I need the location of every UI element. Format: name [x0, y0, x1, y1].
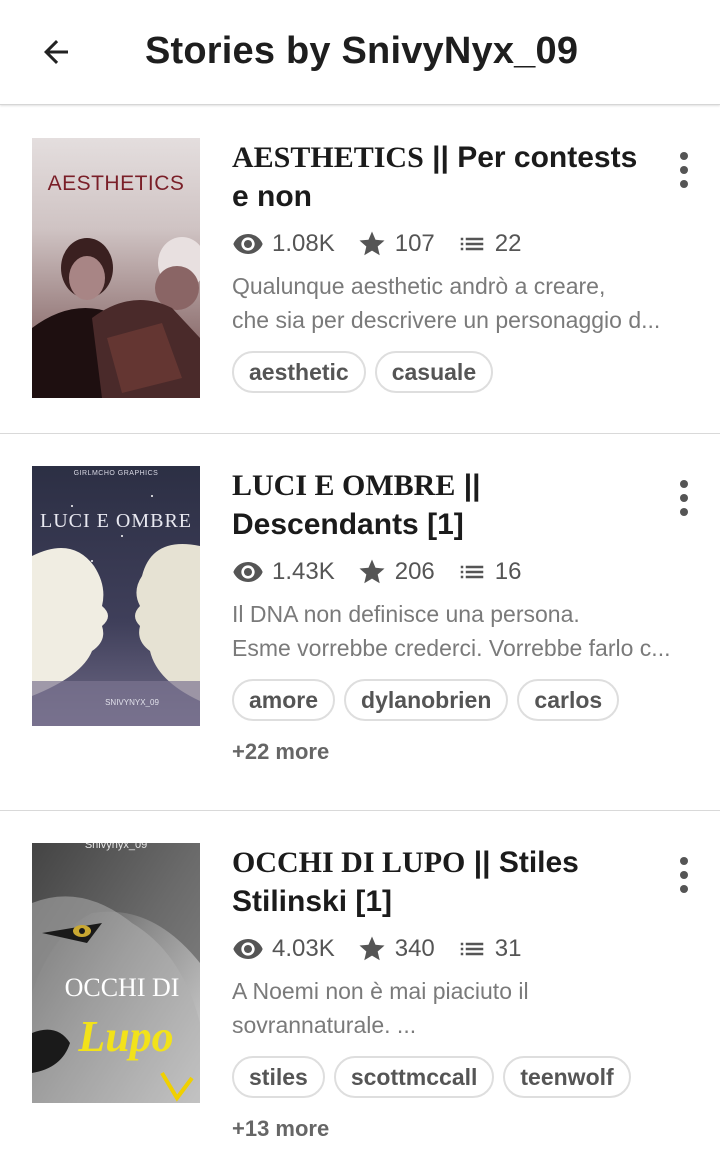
- story-card[interactable]: GIRLMCHO GRAPHICS LUCI E OMBRE SNIVYNYX_…: [0, 434, 720, 811]
- eye-icon: [233, 939, 263, 959]
- cover-title: OCCHI DI: [64, 973, 180, 1002]
- story-info: LUCI E OMBRE || Descendants [1] 1.43K 20…: [232, 466, 670, 765]
- tag-list: amore dylanobrien carlos: [232, 679, 662, 721]
- cover-script-title: Lupo: [78, 1012, 174, 1061]
- more-tags-link[interactable]: +13 more: [232, 1116, 662, 1142]
- tag-chip[interactable]: dylanobrien: [344, 679, 509, 721]
- votes-stat: 206: [357, 557, 435, 587]
- story-stats: 4.03K 340 31: [232, 932, 662, 966]
- story-stats: 1.43K 206 16: [232, 555, 662, 589]
- votes-stat: 107: [357, 229, 435, 259]
- cover-top-text: Snivynyx_09: [84, 843, 148, 851]
- parts-count: 16: [494, 558, 522, 585]
- votes-count: 206: [394, 558, 435, 585]
- list-icon: [460, 565, 484, 579]
- tag-chip[interactable]: scottmccall: [333, 1056, 495, 1098]
- list-icon: [460, 237, 484, 251]
- parts-count: 31: [494, 935, 522, 962]
- reads-count: 4.03K: [272, 935, 335, 962]
- reads-count: 1.08K: [272, 230, 335, 257]
- story-menu-button[interactable]: [664, 851, 704, 899]
- votes-count: 107: [394, 230, 435, 257]
- eye-icon: [233, 562, 263, 582]
- tag-chip[interactable]: aesthetic: [232, 351, 366, 393]
- tag-chip[interactable]: casuale: [374, 351, 494, 393]
- kebab-icon: [680, 857, 688, 865]
- story-description: Qualunque aesthetic andrò a creare, che …: [232, 273, 661, 333]
- reads-count: 1.43K: [272, 558, 335, 585]
- kebab-icon: [680, 480, 688, 488]
- kebab-icon: [680, 152, 688, 160]
- star-icon: [359, 559, 385, 584]
- back-button[interactable]: [26, 22, 86, 82]
- story-menu-button[interactable]: [664, 474, 704, 522]
- votes-count: 340: [394, 935, 435, 962]
- star-icon: [359, 936, 385, 961]
- story-info: OCCHI DI LUPO || Stiles Stilinski [1] 4.…: [232, 843, 662, 1142]
- story-card[interactable]: Snivynyx_09 OCCHI DI Lupo OCCHI DI LUPO …: [0, 811, 720, 1171]
- parts-stat: 16: [457, 557, 522, 587]
- more-tags-link[interactable]: +22 more: [232, 739, 662, 765]
- cover-art: [32, 466, 200, 726]
- cover-title: AESTHETICS: [47, 172, 185, 195]
- cover-title: LUCI E OMBRE: [40, 510, 192, 532]
- cover-top-text: GIRLMCHO GRAPHICS: [73, 470, 159, 477]
- story-cover[interactable]: AESTHETICS: [32, 138, 200, 398]
- story-stats: 1.08K 107 22: [232, 227, 662, 261]
- arrow-left-icon: [44, 40, 68, 64]
- star-icon: [359, 231, 385, 256]
- story-menu-button[interactable]: [664, 146, 704, 194]
- votes-stat: 340: [357, 934, 435, 964]
- parts-count: 22: [494, 230, 522, 257]
- reads-stat: 1.08K: [232, 228, 335, 260]
- reads-stat: 4.03K: [232, 933, 335, 965]
- story-description: A Noemi non è mai piaciuto il sovrannatu…: [232, 978, 529, 1038]
- tag-chip[interactable]: amore: [232, 679, 336, 721]
- parts-stat: 31: [457, 934, 522, 964]
- story-cover[interactable]: GIRLMCHO GRAPHICS LUCI E OMBRE SNIVYNYX_…: [32, 466, 200, 726]
- story-description: Il DNA non definisce una persona. Esme v…: [232, 601, 671, 661]
- story-title[interactable]: OCCHI DI LUPO || Stiles Stilinski [1]: [232, 843, 662, 921]
- cover-bottom-text: SNIVYNYX_09: [105, 698, 159, 707]
- list-icon: [460, 942, 484, 956]
- parts-stat: 22: [457, 229, 522, 259]
- tag-chip[interactable]: teenwolf: [503, 1056, 631, 1098]
- app-bar: Stories by SnivyNyx_09: [0, 0, 720, 105]
- story-card[interactable]: AESTHETICS AESTHETICS || Per contests e …: [0, 106, 720, 434]
- tag-chip[interactable]: stiles: [232, 1056, 325, 1098]
- reads-stat: 1.43K: [232, 556, 335, 588]
- tag-list: aesthetic casuale: [232, 351, 662, 393]
- page-title: Stories by SnivyNyx_09: [145, 30, 579, 72]
- eye-icon: [233, 234, 263, 254]
- tag-list: stiles scottmccall teenwolf: [232, 1056, 662, 1098]
- story-title[interactable]: AESTHETICS || Per contests e non: [232, 138, 662, 216]
- tag-chip[interactable]: carlos: [517, 679, 620, 721]
- story-title[interactable]: LUCI E OMBRE || Descendants [1]: [232, 466, 662, 544]
- story-info: AESTHETICS || Per contests e non 1.08K 1…: [232, 138, 662, 393]
- story-cover[interactable]: Snivynyx_09 OCCHI DI Lupo: [32, 843, 200, 1103]
